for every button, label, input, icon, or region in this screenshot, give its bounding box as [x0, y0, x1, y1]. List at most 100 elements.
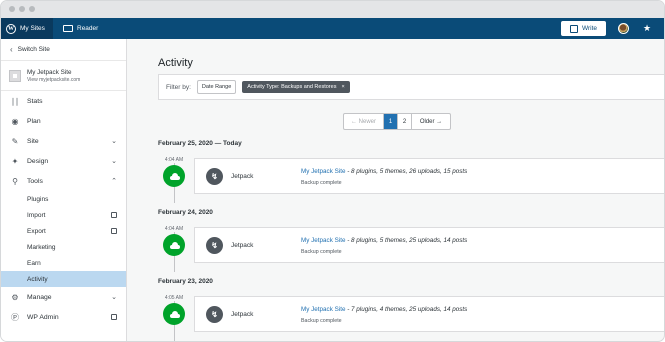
sidebar-item-label: Manage	[27, 293, 52, 301]
jetpack-icon: ↯	[206, 306, 223, 323]
chevron-down-icon: ⌄	[111, 294, 117, 301]
sidebar-subitem-import[interactable]: Import	[1, 207, 126, 223]
chevron-down-icon: ⌄	[111, 138, 117, 145]
sidebar-item-design[interactable]: ✦ Design ⌄	[1, 151, 126, 171]
external-link-icon	[111, 212, 117, 218]
sidebar-subitem-export[interactable]: Export	[1, 223, 126, 239]
sidebar-item-label: Plan	[27, 117, 41, 125]
activity-card: ↯ Jetpack My Jetpack Site - 7 plugins, 4…	[194, 296, 664, 332]
browser-window: W My Sites Reader Write ★ ‹ Switch Site …	[0, 0, 665, 342]
pagination: ← Newer 1 2 Older →	[343, 113, 451, 130]
backup-status-badge	[163, 165, 185, 187]
sidebar: ‹ Switch Site My Jetpack Site View myjet…	[1, 39, 127, 341]
site-link[interactable]: My Jetpack Site	[301, 237, 345, 244]
page-1-button[interactable]: 1	[384, 114, 398, 129]
maximize-dot[interactable]	[29, 6, 35, 12]
page-title: Activity	[158, 57, 193, 69]
close-icon[interactable]: ×	[341, 84, 344, 90]
site-icon	[9, 69, 21, 82]
sidebar-item-manage[interactable]: ⚙ Manage ⌄	[1, 287, 126, 307]
activity-summary: My Jetpack Site - 8 plugins, 5 themes, 2…	[301, 168, 467, 175]
write-button[interactable]: Write	[561, 21, 606, 36]
day-heading: February 24, 2020	[158, 209, 213, 216]
date-range-button[interactable]: Date Range	[196, 80, 237, 94]
pencil-icon: ✎	[11, 136, 19, 146]
activity-details: - 8 plugins, 5 themes, 26 uploads, 15 po…	[345, 168, 468, 175]
activity-summary: My Jetpack Site - 7 plugins, 4 themes, 2…	[301, 306, 467, 313]
sidebar-item-label: Design	[27, 157, 49, 165]
chevron-down-icon: ⌄	[111, 158, 117, 165]
wordpress-icon: Ⓟ	[11, 312, 19, 322]
current-site[interactable]: My Jetpack Site View myjetpacksite.com	[1, 61, 126, 91]
activity-type-label: Activity Type: Backups and Restores	[247, 84, 337, 90]
sidebar-item-site[interactable]: ✎ Site ⌄	[1, 131, 126, 151]
sidebar-subitem-plugins[interactable]: Plugins	[1, 191, 126, 207]
reader-label: Reader	[77, 25, 99, 32]
backup-status-badge	[163, 303, 185, 325]
masterbar: W My Sites Reader Write ★	[1, 18, 664, 39]
reader-button[interactable]: Reader	[63, 18, 98, 39]
activity-summary: My Jetpack Site - 8 plugins, 5 themes, 2…	[301, 237, 467, 244]
sidebar-item-wp-admin[interactable]: Ⓟ WP Admin	[1, 307, 126, 327]
cloud-icon	[169, 172, 180, 180]
gear-icon: ⚙	[11, 292, 19, 302]
activity-status: Backup complete	[301, 249, 342, 255]
notifications-icon[interactable]: ★	[643, 23, 653, 33]
site-link[interactable]: My Jetpack Site	[301, 306, 345, 313]
sidebar-item-stats[interactable]: ∣∣ Stats	[1, 91, 126, 111]
stats-icon: ∣∣	[11, 96, 19, 106]
close-dot[interactable]	[9, 6, 15, 12]
minimize-dot[interactable]	[19, 6, 25, 12]
my-sites-button[interactable]: W My Sites	[1, 18, 53, 39]
sidebar-item-label: Stats	[27, 97, 43, 105]
site-url: View myjetpacksite.com	[27, 76, 81, 83]
chevron-left-icon: ‹	[10, 45, 13, 54]
switch-site-label: Switch Site	[17, 46, 50, 53]
jetpack-icon: ↯	[206, 237, 223, 254]
wordpress-icon: W	[6, 23, 16, 34]
activity-status: Backup complete	[301, 318, 342, 324]
external-link-icon	[111, 314, 117, 320]
reader-icon	[63, 25, 73, 32]
jetpack-icon: ↯	[206, 168, 223, 185]
sidebar-item-tools[interactable]: ⚲ Tools ⌃	[1, 171, 126, 191]
write-icon	[569, 24, 578, 33]
design-icon: ✦	[11, 156, 19, 166]
sidebar-item-plan[interactable]: ◉ Plan	[1, 111, 126, 131]
sidebar-subitem-label: Earn	[27, 259, 41, 267]
activity-actor: Jetpack	[231, 242, 254, 249]
page-2-button[interactable]: 2	[398, 114, 412, 129]
sidebar-item-label: Tools	[27, 177, 43, 185]
sidebar-item-label: WP Admin	[27, 313, 59, 321]
day-heading: February 23, 2020	[158, 278, 213, 285]
activity-details: - 7 plugins, 4 themes, 25 uploads, 14 po…	[345, 306, 468, 313]
sidebar-subitem-label: Export	[27, 227, 46, 235]
day-heading: February 25, 2020 — Today	[158, 140, 242, 147]
older-button[interactable]: Older →	[412, 114, 450, 129]
sidebar-subitem-label: Import	[27, 211, 46, 219]
wrench-icon: ⚲	[12, 176, 18, 186]
switch-site-button[interactable]: ‹ Switch Site	[1, 39, 126, 61]
activity-status: Backup complete	[301, 180, 342, 186]
window-chrome	[1, 1, 664, 18]
site-link[interactable]: My Jetpack Site	[301, 168, 345, 175]
sidebar-subitem-marketing[interactable]: Marketing	[1, 239, 126, 255]
newer-button[interactable]: ← Newer	[344, 114, 384, 129]
activity-type-chip[interactable]: Activity Type: Backups and Restores ×	[242, 81, 350, 93]
my-sites-label: My Sites	[20, 25, 45, 32]
avatar[interactable]	[618, 23, 629, 34]
sidebar-subitem-label: Marketing	[27, 243, 56, 251]
sidebar-subitem-earn[interactable]: Earn	[1, 255, 126, 271]
main-content: Activity Filter by: Date Range Activity …	[128, 39, 664, 341]
sidebar-subitem-activity[interactable]: Activity	[1, 271, 126, 287]
filter-bar: Filter by: Date Range Activity Type: Bac…	[158, 74, 664, 100]
site-name: My Jetpack Site	[27, 68, 72, 76]
sidebar-subitem-label: Plugins	[27, 195, 49, 203]
sidebar-item-label: Site	[27, 137, 39, 145]
activity-actor: Jetpack	[231, 311, 254, 318]
external-link-icon	[111, 228, 117, 234]
activity-actor: Jetpack	[231, 173, 254, 180]
plan-icon: ◉	[11, 116, 19, 126]
filter-label: Filter by:	[166, 83, 191, 91]
chevron-up-icon: ⌃	[111, 178, 117, 185]
